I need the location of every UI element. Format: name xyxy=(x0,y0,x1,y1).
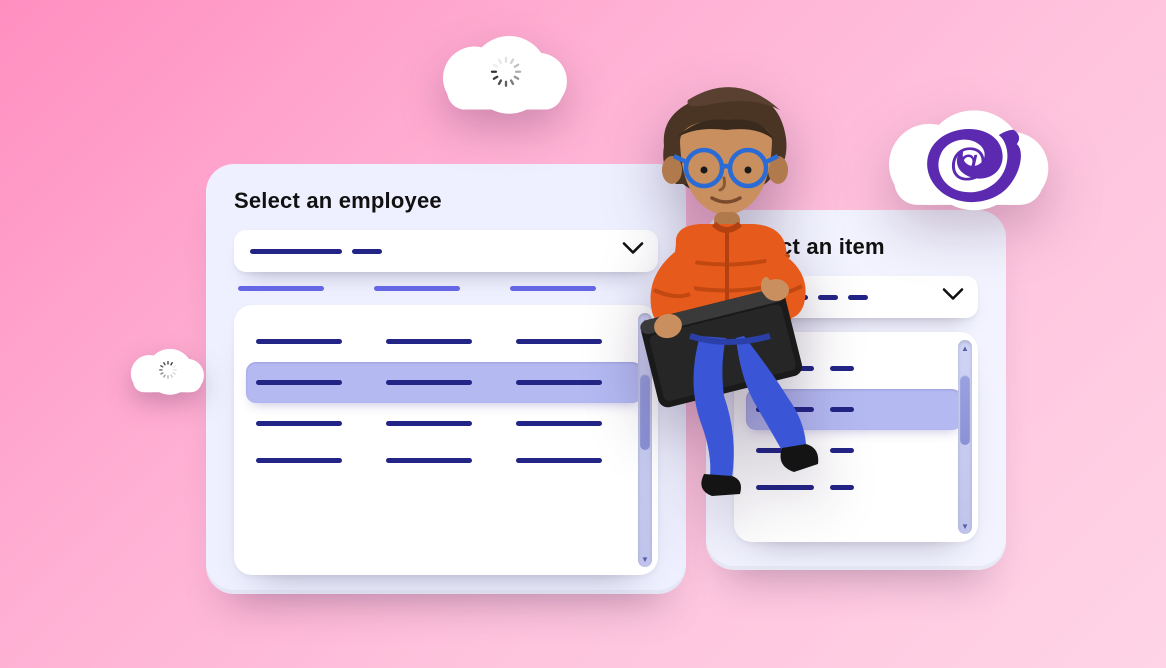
scrollbar[interactable]: ▲ ▼ xyxy=(958,340,972,534)
employee-dropdown[interactable] xyxy=(234,230,658,272)
scrollbar-down-icon[interactable]: ▼ xyxy=(640,553,650,565)
table-row-selected[interactable] xyxy=(246,362,642,403)
employee-list-header xyxy=(234,286,658,305)
dropdown-skeleton xyxy=(352,249,382,254)
table-row[interactable] xyxy=(252,323,636,360)
blazor-logo-icon: @ xyxy=(916,123,1024,204)
svg-text:@: @ xyxy=(950,142,987,184)
cloud-loading-top xyxy=(443,44,569,109)
select-employee-title: Select an employee xyxy=(234,188,658,214)
cloud-blazor: @ xyxy=(889,121,1051,205)
illustration-person-with-tablet xyxy=(604,76,864,516)
table-row[interactable] xyxy=(252,442,636,479)
table-row[interactable] xyxy=(252,405,636,442)
dropdown-skeleton xyxy=(250,249,342,254)
scrollbar-down-icon[interactable]: ▼ xyxy=(960,520,970,532)
scrollbar-thumb[interactable] xyxy=(960,375,970,445)
scrollbar-up-icon[interactable]: ▲ xyxy=(960,342,970,354)
chevron-down-icon xyxy=(942,288,964,307)
loading-spinner-icon xyxy=(488,54,524,90)
cloud-loading-left xyxy=(131,354,205,392)
employee-list: ▲ ▼ xyxy=(234,305,658,575)
loading-spinner-icon xyxy=(157,359,178,380)
